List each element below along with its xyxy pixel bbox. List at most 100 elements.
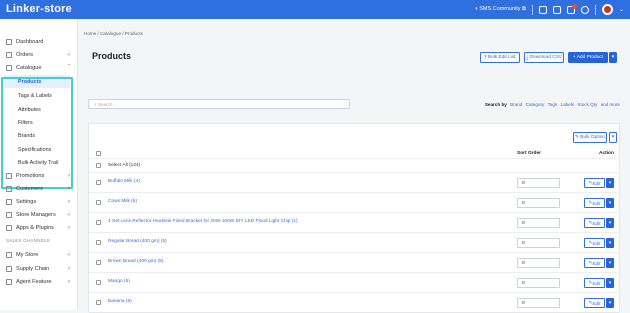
row-action-dropdown[interactable]: ▾: [606, 278, 614, 288]
column-header-action: Action: [599, 151, 614, 156]
chevron-down-icon[interactable]: ⌄: [619, 6, 624, 13]
community-link[interactable]: ◑ SMS Community ⧉: [474, 6, 526, 13]
store-icon: [6, 251, 12, 258]
bulk-edit-list-button[interactable]: ⤒ Bulk Edit List: [480, 52, 520, 63]
breadcrumb: Home / Catalogue / Products: [84, 31, 143, 36]
search-by-stock-qty[interactable]: Stock Qty: [577, 102, 597, 107]
row-action-dropdown[interactable]: ▾: [606, 218, 614, 228]
product-name-link[interactable]: Buffalo Milk (4): [108, 179, 140, 184]
notification-icon[interactable]: [566, 3, 577, 14]
bulk-option-button[interactable]: ✎ Bulk Option: [573, 132, 607, 143]
select-all-row: Select All (124): [89, 158, 621, 172]
header-checkbox[interactable]: [96, 151, 101, 156]
sidebar-item-orders[interactable]: Orders ›: [0, 48, 78, 61]
table-row: 1 Set Lens Reflector Heatsink Fixed Brac…: [89, 212, 621, 232]
sort-order-input[interactable]: 0: [517, 238, 560, 248]
sidebar: Dashboard Orders › Catalogue ˆ Products Ta…: [0, 19, 78, 310]
avatar[interactable]: [601, 4, 613, 15]
sort-order-input[interactable]: 0: [517, 218, 560, 228]
sort-order-input[interactable]: 0: [517, 298, 560, 308]
row-action-dropdown[interactable]: ▾: [606, 298, 614, 308]
add-product-dropdown[interactable]: ▾: [609, 52, 617, 63]
row-checkbox[interactable]: [96, 280, 101, 285]
chevron-right-icon: ›: [68, 278, 70, 285]
product-name-link[interactable]: Cows Milk (5): [108, 199, 137, 204]
row-checkbox[interactable]: [96, 200, 101, 205]
select-all-checkbox[interactable]: [96, 163, 101, 168]
row-checkbox[interactable]: [96, 260, 101, 265]
edit-button[interactable]: ✎ Edit: [584, 258, 605, 268]
chevron-right-icon: ›: [68, 251, 70, 258]
chart-icon: [6, 38, 12, 45]
sidebar-item-store-managers[interactable]: Store Managers ›: [0, 208, 78, 221]
add-product-button[interactable]: + Add Product: [568, 52, 608, 63]
sidebar-sub-products[interactable]: Products: [4, 75, 70, 88]
sidebar-item-settings[interactable]: Settings ›: [0, 195, 78, 208]
row-action-dropdown[interactable]: ▾: [606, 238, 614, 248]
main-content: Home / Catalogue / Products Products ⤒ B…: [84, 19, 628, 313]
edit-button[interactable]: ✎ Edit: [584, 278, 605, 288]
search-by-labels[interactable]: Labels: [561, 102, 575, 107]
row-action-dropdown[interactable]: ▾: [606, 258, 614, 268]
sidebar-sub-attributes[interactable]: Attributes: [4, 103, 70, 116]
search-by-brand[interactable]: Brand: [510, 102, 522, 107]
bulk-option-dropdown[interactable]: ▾: [609, 132, 617, 143]
mail-icon[interactable]: [552, 5, 561, 14]
product-name-link[interactable]: 1 Set Lens Reflector Heatsink Fixed Brac…: [108, 219, 298, 224]
keyboard-icon[interactable]: [538, 5, 547, 14]
search-input[interactable]: ⌕ Search: [88, 99, 350, 109]
row-checkbox[interactable]: [96, 180, 101, 185]
sidebar-sub-tags-labels[interactable]: Tags & Labels: [4, 89, 70, 102]
product-name-link[interactable]: Brown Bread (400 gm) (5): [108, 259, 163, 264]
chevron-right-icon: ›: [68, 51, 70, 58]
customers-icon: [6, 185, 12, 192]
row-checkbox[interactable]: [96, 220, 101, 225]
table-row: Banana (5) 0 ✎ Edit ▾: [89, 292, 621, 312]
supply-icon: [6, 265, 12, 272]
sidebar-sub-bulk-activity-trail[interactable]: Bulk Activity Trail: [4, 156, 70, 169]
sidebar-item-apps-plugins[interactable]: Apps & Plugins ›: [0, 221, 78, 234]
sidebar-sub-specifications[interactable]: Specifications: [4, 143, 70, 156]
sidebar-item-dashboard[interactable]: Dashboard: [0, 35, 78, 48]
sort-order-input[interactable]: 0: [517, 278, 560, 288]
sidebar-item-catalogue[interactable]: Catalogue ˆ: [0, 61, 78, 74]
sort-order-input[interactable]: 0: [517, 258, 560, 268]
edit-button[interactable]: ✎ Edit: [584, 298, 605, 308]
sidebar-item-my-store[interactable]: My Store ›: [0, 248, 78, 261]
top-bar: Linker-store ◑ SMS Community ⧉ ⌄: [0, 0, 630, 19]
sidebar-item-customers[interactable]: Customers ›: [0, 182, 78, 195]
table-row: Regular Bread (400 gm) (5) 0 ✎ Edit ▾: [89, 232, 621, 252]
row-action-dropdown[interactable]: ▾: [606, 198, 614, 208]
search-by-more[interactable]: and more: [601, 102, 620, 107]
table-row: Brown Bread (400 gm) (5) 0 ✎ Edit ▾: [89, 252, 621, 272]
sidebar-sub-filters[interactable]: Filters: [4, 116, 70, 129]
row-action-dropdown[interactable]: ▾: [606, 178, 614, 188]
chevron-right-icon: ›: [68, 211, 70, 218]
orders-icon: [6, 51, 12, 58]
product-name-link[interactable]: Banana (5): [108, 299, 132, 304]
catalogue-icon: [6, 64, 12, 71]
sidebar-item-supply-chain[interactable]: Supply Chain ›: [0, 262, 78, 275]
edit-button[interactable]: ✎ Edit: [584, 178, 605, 188]
sort-order-input[interactable]: 0: [517, 198, 560, 208]
edit-button[interactable]: ✎ Edit: [584, 198, 605, 208]
download-csv-button[interactable]: ⤓ Download CSV: [524, 52, 564, 63]
row-checkbox[interactable]: [96, 240, 101, 245]
product-name-link[interactable]: Regular Bread (400 gm) (5): [108, 239, 167, 244]
sidebar-item-agent-feature[interactable]: Agent Feature ›: [0, 275, 78, 288]
sort-order-input[interactable]: 0: [517, 178, 560, 188]
row-checkbox[interactable]: [96, 300, 101, 305]
select-all-label: Select All (124): [108, 163, 141, 168]
search-by-category[interactable]: Category: [526, 102, 545, 107]
chevron-right-icon: ›: [68, 265, 70, 272]
search-by-tags[interactable]: Tags: [548, 102, 558, 107]
notification-badge: [571, 3, 577, 9]
product-name-link[interactable]: Mango (5): [108, 279, 130, 284]
table-row: Mango (5) 0 ✎ Edit ▾: [89, 272, 621, 292]
sidebar-item-promotions[interactable]: Promotions ›: [0, 169, 78, 182]
app-logo[interactable]: Linker-store: [6, 3, 72, 15]
edit-button[interactable]: ✎ Edit: [584, 218, 605, 228]
edit-button[interactable]: ✎ Edit: [584, 238, 605, 248]
sidebar-sub-brands[interactable]: Brands: [4, 129, 70, 142]
help-icon[interactable]: [580, 5, 589, 14]
